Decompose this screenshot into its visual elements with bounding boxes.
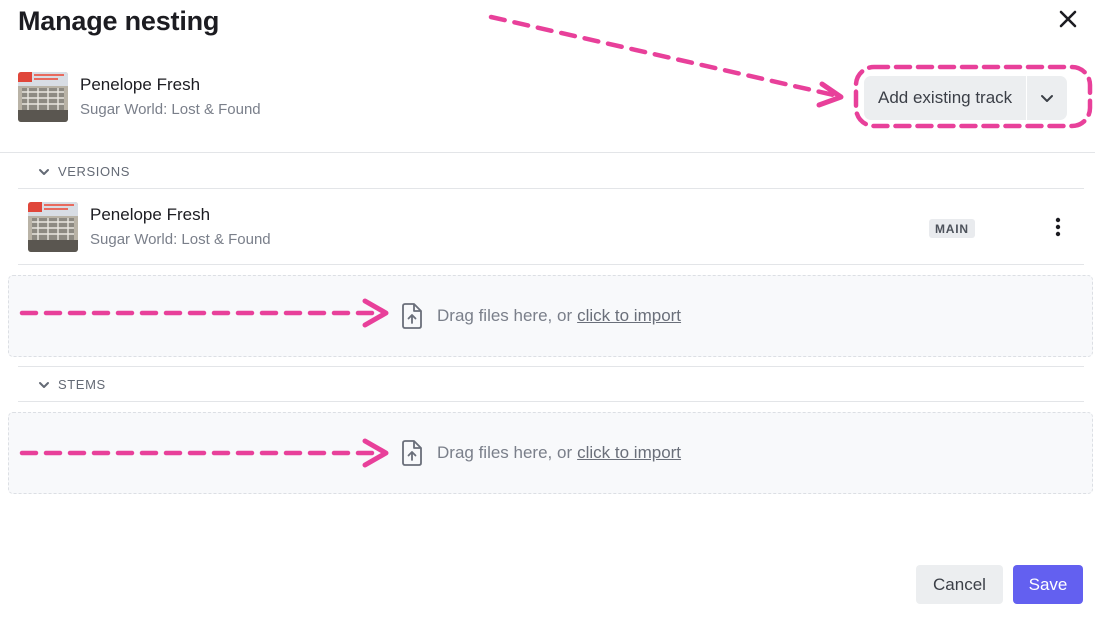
- main-badge: MAIN: [929, 219, 975, 238]
- row-divider: [18, 264, 1084, 265]
- file-upload-icon: [402, 303, 422, 329]
- album-art: [18, 72, 68, 122]
- section-divider: [18, 188, 1084, 189]
- versions-dropzone[interactable]: Drag files here, or click to import: [8, 275, 1093, 357]
- close-button[interactable]: [1055, 6, 1081, 32]
- dropzone-text: Drag files here, or: [437, 306, 573, 325]
- versions-section-label: VERSIONS: [58, 164, 130, 179]
- chevron-down-icon: [1041, 95, 1054, 102]
- section-divider: [18, 401, 1084, 402]
- add-existing-track-group: Add existing track: [864, 76, 1068, 120]
- click-to-import-link[interactable]: click to import: [577, 306, 681, 326]
- chevron-down-icon: [39, 381, 49, 388]
- stems-dropzone[interactable]: Drag files here, or click to import: [8, 412, 1093, 494]
- album-art: [28, 202, 78, 252]
- chevron-down-icon: [39, 168, 49, 175]
- header-divider: [0, 152, 1095, 153]
- versions-section-toggle[interactable]: VERSIONS: [38, 164, 130, 179]
- version-more-button[interactable]: [1046, 214, 1070, 240]
- annotation-arrow: [488, 14, 841, 99]
- track-title: Penelope Fresh: [80, 75, 201, 94]
- dropzone-content: Drag files here, or click to import: [401, 276, 681, 356]
- dropzone-text: Drag files here, or: [437, 443, 573, 462]
- version-track-album: Sugar World: Lost & Found: [90, 231, 271, 248]
- click-to-import-link[interactable]: click to import: [577, 443, 681, 463]
- stems-section-label: STEMS: [58, 377, 106, 392]
- section-divider: [18, 366, 1084, 367]
- close-icon: [1059, 10, 1077, 28]
- version-track-title: Penelope Fresh: [90, 205, 211, 224]
- stems-section-toggle[interactable]: STEMS: [38, 377, 106, 392]
- annotation-arrow-head: [816, 81, 844, 108]
- file-upload-icon: [402, 440, 422, 466]
- more-vertical-icon: [1055, 217, 1061, 237]
- dropzone-content: Drag files here, or click to import: [401, 413, 681, 493]
- add-existing-track-dropdown[interactable]: [1027, 76, 1067, 120]
- track-album: Sugar World: Lost & Found: [80, 101, 261, 118]
- page-title: Manage nesting: [18, 6, 220, 36]
- save-button[interactable]: Save: [1013, 565, 1083, 604]
- cancel-button[interactable]: Cancel: [916, 565, 1003, 604]
- add-existing-track-button[interactable]: Add existing track: [864, 76, 1026, 120]
